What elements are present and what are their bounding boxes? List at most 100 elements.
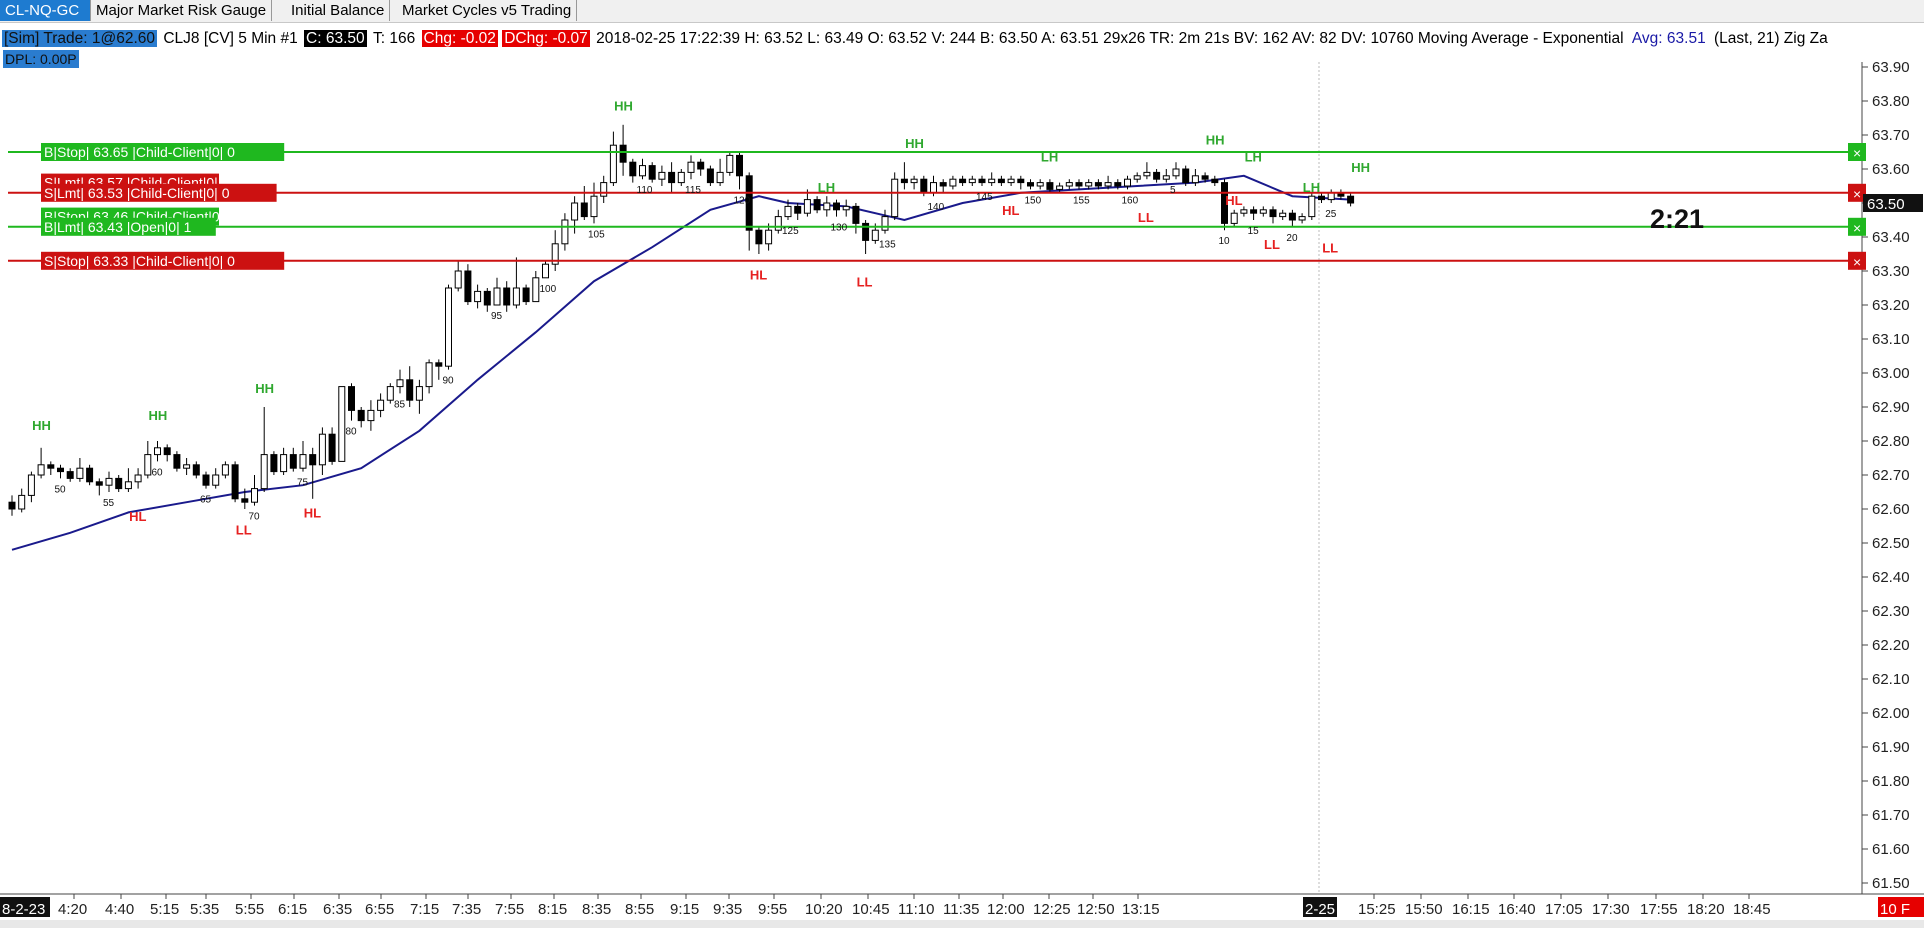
y-tick-label: 62.80 [1872, 433, 1910, 450]
candle-body [464, 270, 472, 303]
order-label: B|Lmt| 63.43 |Open|0| 1 [44, 219, 192, 235]
bar-count-label: 115 [685, 185, 701, 196]
price-chart[interactable]: S|Lmt| 63.57 |Child-Client|0| 0 B|Stop| 6… [0, 0, 1924, 928]
y-tick-label: 61.50 [1872, 875, 1910, 892]
candle-body [794, 205, 802, 214]
candle-body [939, 182, 947, 187]
candle-body [338, 386, 346, 462]
y-tick-label: 61.80 [1872, 773, 1910, 790]
candle-body [86, 467, 94, 483]
y-tick-label: 61.90 [1872, 739, 1910, 756]
candle-body [406, 379, 414, 401]
candle-body [1259, 209, 1267, 214]
cancel-order-button[interactable] [1848, 143, 1866, 161]
candle-body [1114, 182, 1122, 187]
sim-trade-label: [Sim] Trade: 1@62.60 [2, 30, 158, 47]
x-tick-label: 12:00 [987, 901, 1025, 918]
x-tick-label: 11:10 [898, 901, 934, 918]
order-tag[interactable] [41, 251, 285, 270]
candle-body [842, 205, 850, 211]
order-tag[interactable] [41, 217, 216, 236]
x-tick-label: 17:55 [1640, 901, 1678, 918]
candle-body [551, 243, 559, 265]
candle-body [454, 270, 462, 289]
order-label: S|Stop| 63.33 |Child-Client|0| 0 [44, 253, 235, 269]
order-tag[interactable] [41, 143, 285, 161]
x-axis-highlight [1878, 897, 1924, 917]
tab-initial-balance[interactable]: Initial Balance [286, 0, 391, 21]
candle-body [367, 409, 375, 422]
bar-count-label: 65 [200, 495, 212, 506]
candle-body [144, 454, 152, 476]
candle-body [1085, 182, 1093, 187]
x-tick-label: 13:15 [1122, 901, 1160, 918]
horizontal-scrollbar[interactable] [0, 920, 1924, 928]
candle-body [95, 481, 103, 486]
tab-cl-nq-gc[interactable]: CL-NQ-GC [0, 0, 91, 21]
swing-label: HL [750, 268, 767, 283]
candle-body [1153, 171, 1161, 180]
candle-body [1288, 212, 1296, 221]
bar-count-label: 15 [1248, 226, 1260, 237]
candle-body [600, 182, 608, 197]
candle-body [639, 165, 646, 177]
candle-body [765, 229, 773, 245]
tab-market-cycles[interactable]: Market Cycles v5 Trading [397, 0, 578, 21]
order-tag[interactable] [41, 183, 277, 202]
bar-count-label: 55 [103, 498, 115, 509]
candle-body [813, 199, 821, 211]
last-price-badge [1863, 194, 1923, 212]
candle-body [784, 205, 792, 218]
candle-body [1162, 175, 1170, 180]
candle-body [988, 178, 996, 184]
y-tick-label: 61.60 [1872, 841, 1910, 858]
order-label: S|Lmt| 63.57 |Child-Client|0| 0 [44, 175, 230, 191]
order-label: B|Stop| 63.46 |Child-Client|0| 0 [44, 209, 235, 225]
y-tick-label: 62.60 [1872, 501, 1910, 518]
x-tick-label: 10:20 [805, 901, 843, 918]
candle-body [192, 464, 200, 476]
ema-line [11, 174, 1351, 551]
swing-label: LL [1264, 237, 1280, 252]
candle-body [260, 454, 268, 490]
candle-body [1143, 171, 1151, 177]
cancel-order-button[interactable] [1848, 251, 1866, 270]
candle-body [726, 154, 734, 173]
candle-body [1017, 178, 1025, 184]
tab-major-market-risk-gauge[interactable]: Major Market Risk Gauge [91, 0, 273, 21]
y-tick-label: 62.10 [1872, 671, 1910, 688]
bar-count-label: 105 [588, 229, 605, 240]
candle-body [348, 386, 355, 411]
swing-label: HH [149, 408, 168, 423]
candle-body [1250, 209, 1258, 214]
cancel-order-button[interactable] [1848, 217, 1866, 236]
candle-body [173, 454, 181, 469]
candle-body [124, 481, 132, 490]
day-change-label: DChg: -0.07 [502, 30, 590, 47]
candle-body [959, 178, 967, 184]
candle-body [328, 433, 336, 462]
candle-body [736, 154, 743, 177]
candle-body [134, 474, 142, 483]
candle-body [1269, 209, 1277, 218]
dpl-label: DPL: 0.00P [3, 50, 79, 68]
candle-body [522, 287, 530, 303]
candle-body [658, 171, 666, 180]
candle-body [1230, 212, 1238, 224]
close-icon: × [1853, 220, 1861, 236]
x-tick-label: 10 F [1880, 901, 1910, 918]
candle-body [231, 464, 239, 500]
y-tick-label: 62.20 [1872, 637, 1910, 654]
x-tick-label: 16:15 [1452, 901, 1490, 918]
x-axis-highlight [0, 897, 50, 917]
zigzag-label: (Last, 21) Zig Za [1714, 30, 1828, 47]
candle-body [115, 477, 123, 490]
candle-body [1298, 216, 1306, 221]
candle-body [299, 454, 307, 469]
x-tick-label: 15:50 [1405, 901, 1443, 918]
candle-body [1065, 182, 1073, 187]
cancel-order-button[interactable] [1848, 183, 1866, 202]
bar-timer: 2:21 [1650, 204, 1704, 234]
x-tick-label: 6:35 [323, 901, 352, 918]
bar-count-label: 90 [443, 376, 455, 387]
